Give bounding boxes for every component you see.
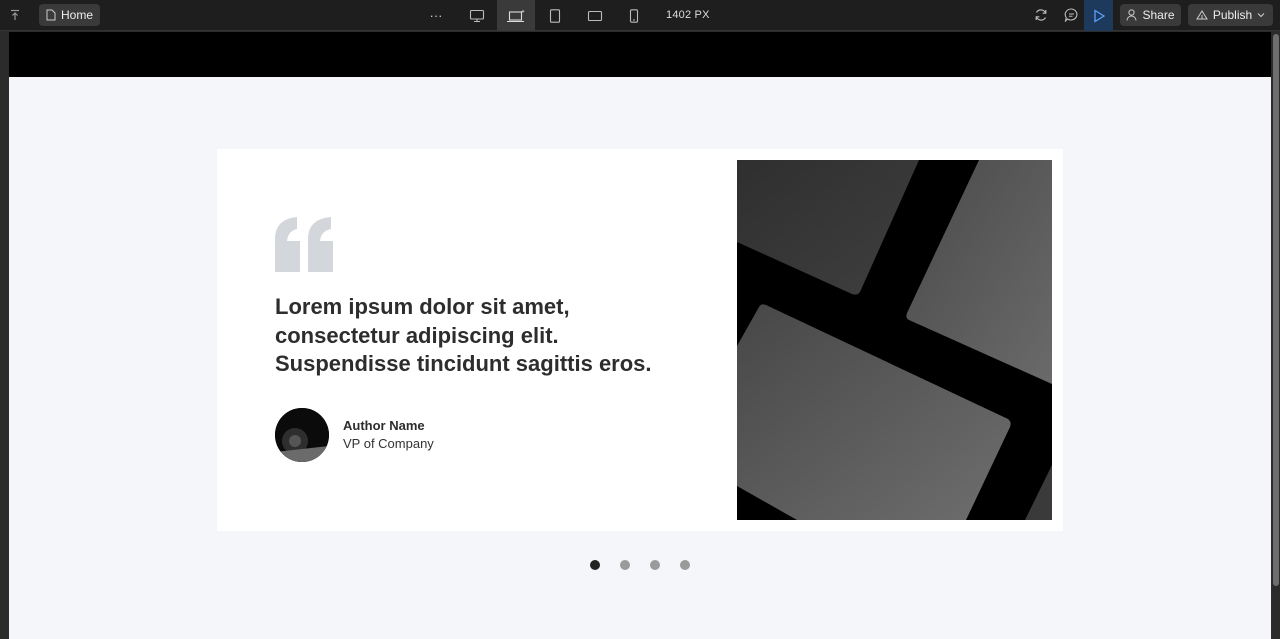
device-laptop-button[interactable] — [497, 0, 535, 31]
more-options-button[interactable]: ··· — [426, 6, 446, 24]
quote-mark-icon — [275, 217, 333, 272]
header-section[interactable] — [9, 32, 1271, 77]
canvas-width-readout: 1402 PX — [666, 9, 710, 21]
arrow-up-bar-icon — [11, 9, 19, 20]
design-canvas: Lorem ipsum dolor sit amet, consectetur … — [9, 32, 1271, 639]
more-icon: ··· — [429, 7, 443, 23]
author-name: Author Name — [343, 418, 425, 433]
comments-button[interactable] — [1061, 6, 1081, 24]
avatar-image — [275, 408, 329, 462]
page-selector-label: Home — [60, 8, 93, 22]
share-label: Share — [1142, 8, 1175, 22]
mobile-icon — [629, 8, 639, 23]
publish-icon — [1195, 10, 1208, 20]
slide-dot-1[interactable] — [590, 560, 600, 570]
comment-icon — [1064, 8, 1077, 22]
device-desktop-button[interactable] — [458, 0, 496, 31]
chevron-down-icon — [1257, 13, 1265, 18]
device-tablet-landscape-button[interactable] — [576, 0, 614, 31]
editor-toolbar: Home ··· 1402 PX Share Publish — [0, 0, 1280, 31]
publish-button[interactable]: Publish — [1188, 4, 1273, 26]
author-role: VP of Company — [343, 436, 434, 451]
tablet-icon — [549, 8, 561, 23]
testimonial-quote: Lorem ipsum dolor sit amet, consectetur … — [275, 294, 652, 376]
canvas-scrollbar[interactable] — [1272, 32, 1280, 639]
preview-button[interactable] — [1084, 0, 1113, 31]
abstract-photo — [737, 160, 1052, 520]
device-mobile-button[interactable] — [615, 0, 653, 31]
publish-label: Publish — [1212, 8, 1253, 22]
refresh-icon — [1035, 9, 1047, 21]
page-icon — [46, 9, 56, 21]
device-tablet-button[interactable] — [536, 0, 574, 31]
slide-dot-4[interactable] — [680, 560, 690, 570]
slider-pagination — [9, 560, 1271, 570]
slide-dot-2[interactable] — [620, 560, 630, 570]
author-avatar — [275, 408, 329, 462]
collapse-panel-button[interactable] — [6, 6, 24, 24]
testimonial-card[interactable]: Lorem ipsum dolor sit amet, consectetur … — [217, 149, 1063, 531]
play-icon — [1093, 8, 1105, 23]
page-selector-button[interactable]: Home — [39, 4, 100, 26]
tablet-landscape-icon — [587, 10, 603, 21]
scrollbar-thumb[interactable] — [1273, 34, 1279, 586]
slide-dot-3[interactable] — [650, 560, 660, 570]
share-button[interactable]: Share — [1120, 4, 1181, 26]
laptop-star-icon — [507, 9, 525, 22]
refresh-button[interactable] — [1031, 6, 1051, 24]
desktop-icon — [469, 9, 485, 22]
user-icon — [1126, 9, 1137, 21]
testimonial-image[interactable] — [737, 160, 1052, 520]
